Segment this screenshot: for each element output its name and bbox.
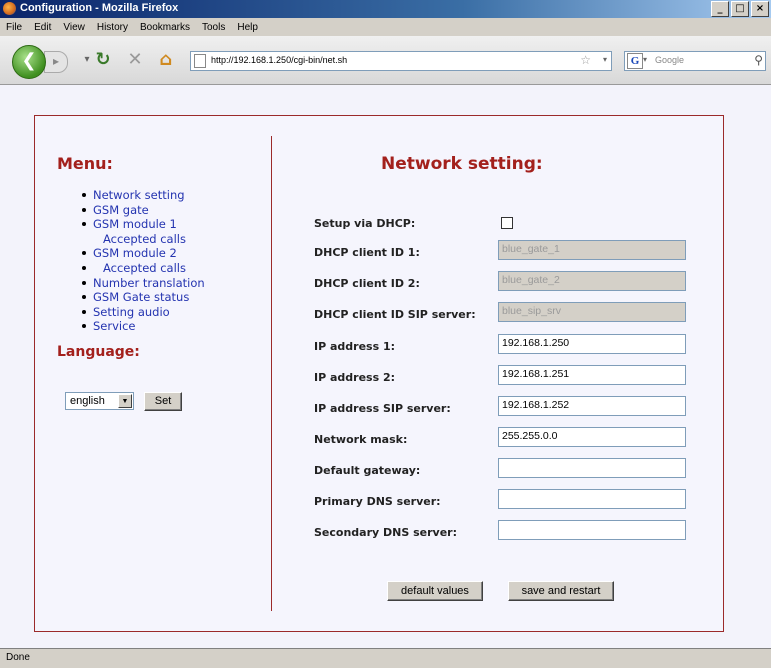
network-mask-label: Network mask: (314, 433, 408, 446)
firefox-icon (3, 2, 16, 15)
status-bar: Done (0, 648, 771, 668)
search-engine-dropdown-icon[interactable]: ▾ (643, 55, 647, 64)
dhcp-client-id-sip-field[interactable]: blue_sip_srv (498, 302, 686, 322)
dhcp-checkbox[interactable] (501, 217, 513, 229)
page-title: Network setting: (381, 154, 543, 174)
navigation-toolbar: ▸ ❮ ▾ ↻ ✕ ⌂ http://192.168.1.250/cgi-bin… (0, 36, 771, 85)
forward-button[interactable]: ▸ (44, 51, 68, 73)
menu-item-network-setting[interactable]: Network setting (79, 188, 205, 203)
menu-heading: Menu: (57, 154, 113, 173)
secondary-dns-label: Secondary DNS server: (314, 526, 457, 539)
menu-view[interactable]: View (57, 22, 91, 33)
reload-icon[interactable]: ↻ (92, 49, 114, 71)
title-bar: Configuration - Mozilla Firefox _ □ × (0, 0, 771, 18)
default-gateway-label: Default gateway: (314, 464, 421, 477)
menu-help[interactable]: Help (231, 22, 264, 33)
menu-item-number-translation[interactable]: Number translation (79, 276, 205, 291)
config-panel: Menu: Network setting GSM gate GSM modul… (34, 115, 724, 632)
menu-bookmarks[interactable]: Bookmarks (134, 22, 196, 33)
dhcp-client-id-2-field[interactable]: blue_gate_2 (498, 271, 686, 291)
ip-address-1-label: IP address 1: (314, 340, 396, 353)
menu-item-gsm-module-2[interactable]: GSM module 2 (79, 246, 205, 261)
chevron-down-icon[interactable]: ▼ (118, 394, 132, 408)
menu-item-gsm-gate-status[interactable]: GSM Gate status (79, 290, 205, 305)
page-content: Menu: Network setting GSM gate GSM modul… (0, 85, 771, 648)
menu-tools[interactable]: Tools (196, 22, 231, 33)
close-button[interactable]: × (751, 1, 769, 17)
maximize-button[interactable]: □ (731, 1, 749, 17)
url-dropdown-icon[interactable]: ▾ (603, 55, 607, 64)
menu-item-accepted-calls-2[interactable]: Accepted calls (79, 261, 205, 276)
network-mask-field[interactable]: 255.255.0.0 (498, 427, 686, 447)
panel-divider (271, 136, 272, 611)
ip-address-2-label: IP address 2: (314, 371, 396, 384)
primary-dns-label: Primary DNS server: (314, 495, 441, 508)
status-text: Done (6, 652, 30, 663)
default-values-button[interactable]: default values (387, 581, 483, 601)
ip-address-sip-field[interactable]: 192.168.1.252 (498, 396, 686, 416)
menu-item-setting-audio[interactable]: Setting audio (79, 305, 205, 320)
stop-icon[interactable]: ✕ (124, 49, 146, 71)
secondary-dns-field[interactable] (498, 520, 686, 540)
menu-item-gsm-gate[interactable]: GSM gate (79, 203, 205, 218)
dhcp-client-id-sip-label: DHCP client ID SIP server: (314, 308, 476, 321)
ip-address-2-field[interactable]: 192.168.1.251 (498, 365, 686, 385)
window-title: Configuration - Mozilla Firefox (20, 2, 179, 14)
menu-item-accepted-calls-1[interactable]: Accepted calls (79, 232, 205, 247)
default-gateway-field[interactable] (498, 458, 686, 478)
back-button[interactable]: ❮ (12, 45, 46, 79)
menu-item-service[interactable]: Service (79, 319, 205, 334)
language-select[interactable]: english ▼ (65, 392, 134, 410)
minimize-button[interactable]: _ (711, 1, 729, 17)
dhcp-client-id-1-label: DHCP client ID 1: (314, 246, 420, 259)
menu-edit[interactable]: Edit (28, 22, 57, 33)
page-icon (194, 54, 206, 68)
dhcp-client-id-2-label: DHCP client ID 2: (314, 277, 420, 290)
menu-bar: File Edit View History Bookmarks Tools H… (0, 18, 771, 36)
set-language-button[interactable]: Set (144, 392, 182, 411)
menu-list: Network setting GSM gate GSM module 1 Ac… (79, 188, 205, 334)
ip-address-sip-label: IP address SIP server: (314, 402, 451, 415)
menu-item-gsm-module-1[interactable]: GSM module 1 (79, 217, 205, 232)
language-select-value: english (70, 395, 105, 407)
search-placeholder: Google (655, 55, 685, 65)
menu-history[interactable]: History (91, 22, 134, 33)
search-icon[interactable]: ⚲ (754, 53, 763, 67)
save-and-restart-button[interactable]: save and restart (508, 581, 614, 601)
home-icon[interactable]: ⌂ (155, 49, 177, 71)
url-text: http://192.168.1.250/cgi-bin/net.sh (211, 55, 348, 65)
google-icon[interactable]: G (627, 53, 643, 69)
menu-file[interactable]: File (0, 22, 28, 33)
language-heading: Language: (57, 344, 140, 360)
url-bar[interactable]: http://192.168.1.250/cgi-bin/net.sh ☆ ▾ (190, 51, 612, 71)
dhcp-label: Setup via DHCP: (314, 217, 416, 230)
primary-dns-field[interactable] (498, 489, 686, 509)
bookmark-star-icon[interactable]: ☆ (580, 53, 591, 67)
ip-address-1-field[interactable]: 192.168.1.250 (498, 334, 686, 354)
search-bar[interactable]: G ▾ Google ⚲ (624, 51, 766, 71)
dhcp-client-id-1-field[interactable]: blue_gate_1 (498, 240, 686, 260)
